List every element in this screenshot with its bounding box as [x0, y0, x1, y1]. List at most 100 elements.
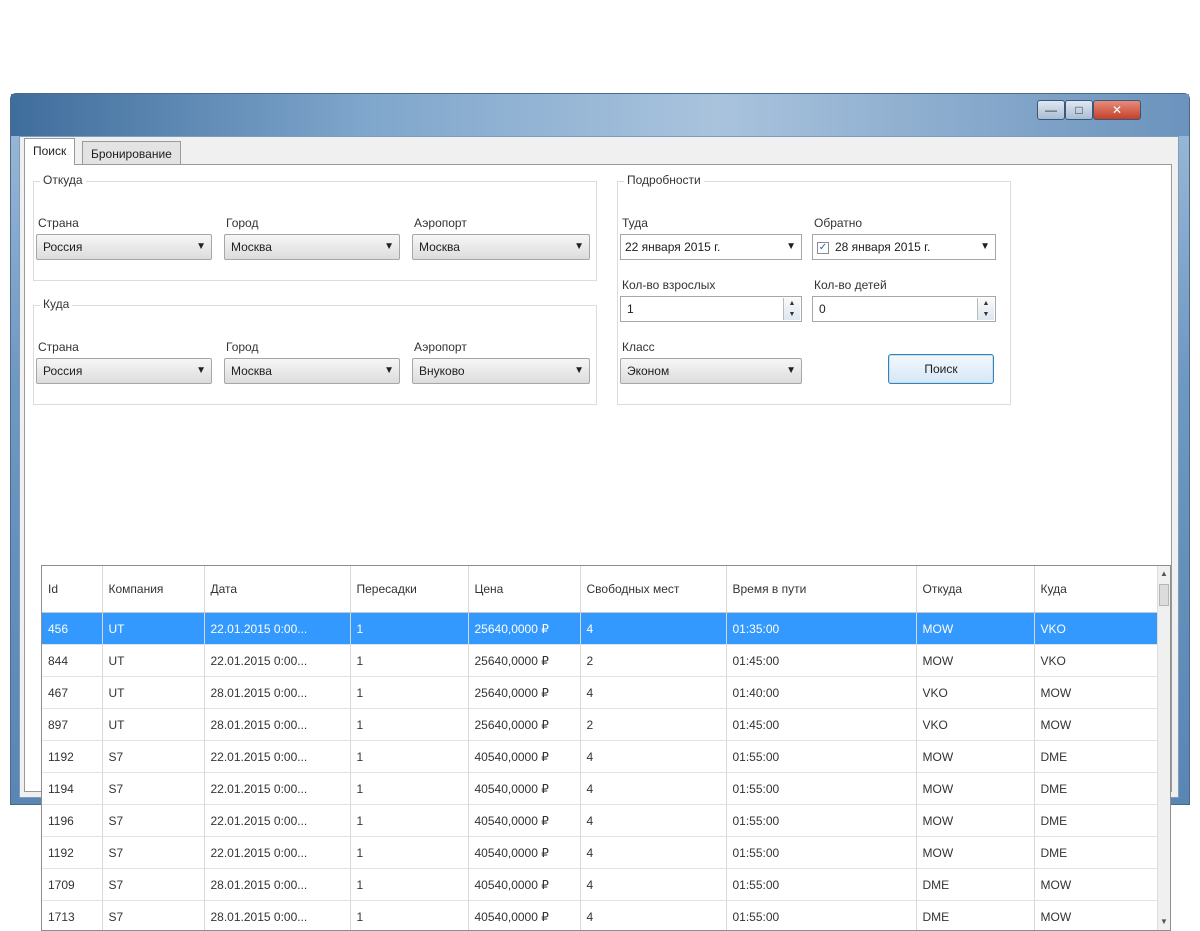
to-city-select[interactable]: Москва ▼ — [224, 358, 400, 384]
table-cell: MOW — [916, 773, 1034, 805]
table-row[interactable]: 897UT28.01.2015 0:00...125640,0000 ₽201:… — [42, 709, 1160, 741]
table-cell: S7 — [102, 773, 204, 805]
table-cell: VKO — [916, 677, 1034, 709]
table-cell: 01:55:00 — [726, 869, 916, 901]
header-row: Id Компания Дата Пересадки Цена Свободны… — [42, 566, 1160, 613]
table-cell: 01:55:00 — [726, 805, 916, 837]
chevron-down-icon: ▼ — [574, 359, 584, 383]
table-cell: 1 — [350, 869, 468, 901]
maximize-button[interactable]: □ — [1065, 100, 1093, 120]
table-cell: 01:55:00 — [726, 741, 916, 773]
scroll-down-icon[interactable]: ▼ — [1158, 914, 1170, 930]
column-header-from[interactable]: Откуда — [916, 566, 1034, 613]
table-cell: DME — [1034, 837, 1160, 869]
back-date-checkbox[interactable]: ✓ — [817, 242, 829, 254]
vertical-scrollbar[interactable]: ▲ ▼ — [1157, 566, 1170, 930]
to-airport-value: Внуково — [419, 364, 465, 378]
to-airport-select[interactable]: Внуково ▼ — [412, 358, 590, 384]
table-row[interactable]: 1192S722.01.2015 0:00...140540,0000 ₽401… — [42, 837, 1160, 869]
table-cell: 01:55:00 — [726, 901, 916, 931]
scroll-up-icon[interactable]: ▲ — [1158, 566, 1170, 582]
children-spinner[interactable]: 0 ▲▼ — [812, 296, 996, 322]
client-area: Поиск Бронирование Откуда Страна Россия … — [19, 136, 1179, 798]
to-airport-label: Аэропорт — [414, 340, 467, 354]
spinner-arrows-icon[interactable]: ▲▼ — [783, 298, 800, 320]
table-cell: 1194 — [42, 773, 102, 805]
table-cell: 25640,0000 ₽ — [468, 645, 580, 677]
to-country-label: Страна — [38, 340, 79, 354]
chevron-down-icon: ▼ — [384, 235, 394, 259]
column-header-travel-time[interactable]: Время в пути — [726, 566, 916, 613]
spinner-arrows-icon[interactable]: ▲▼ — [977, 298, 994, 320]
table-cell: 1192 — [42, 837, 102, 869]
adults-value: 1 — [627, 302, 634, 316]
table-cell: 01:35:00 — [726, 613, 916, 645]
to-country-select[interactable]: Россия ▼ — [36, 358, 212, 384]
table-cell: 897 — [42, 709, 102, 741]
chevron-down-icon: ▼ — [196, 359, 206, 383]
chevron-down-icon: ▼ — [384, 359, 394, 383]
column-header-date[interactable]: Дата — [204, 566, 350, 613]
table-cell: 25640,0000 ₽ — [468, 613, 580, 645]
table-cell: 40540,0000 ₽ — [468, 869, 580, 901]
table-cell: 4 — [580, 837, 726, 869]
tab-booking[interactable]: Бронирование — [82, 141, 181, 165]
table-row[interactable]: 1194S722.01.2015 0:00...140540,0000 ₽401… — [42, 773, 1160, 805]
table-cell: 4 — [580, 869, 726, 901]
table-cell: VKO — [1034, 645, 1160, 677]
table-cell: 1 — [350, 741, 468, 773]
title-bar[interactable]: — □ ✕ — [11, 94, 1189, 136]
close-button[interactable]: ✕ — [1093, 100, 1141, 120]
table-cell: 28.01.2015 0:00... — [204, 709, 350, 741]
column-header-company[interactable]: Компания — [102, 566, 204, 613]
column-header-price[interactable]: Цена — [468, 566, 580, 613]
table-row[interactable]: 1196S722.01.2015 0:00...140540,0000 ₽401… — [42, 805, 1160, 837]
back-date-picker[interactable]: ✓28 января 2015 г. ▼ — [812, 234, 996, 260]
table-cell: 1 — [350, 613, 468, 645]
there-date-value: 22 января 2015 г. — [625, 240, 720, 254]
table-cell: VKO — [1034, 613, 1160, 645]
there-date-picker[interactable]: 22 января 2015 г. ▼ — [620, 234, 802, 260]
there-label: Туда — [622, 216, 648, 230]
table-cell: 1 — [350, 901, 468, 931]
table-row[interactable]: 1713S728.01.2015 0:00...140540,0000 ₽401… — [42, 901, 1160, 931]
from-airport-select[interactable]: Москва ▼ — [412, 234, 590, 260]
table-cell: DME — [916, 869, 1034, 901]
chevron-down-icon: ▼ — [980, 235, 990, 259]
column-header-transfers[interactable]: Пересадки — [350, 566, 468, 613]
table-cell: S7 — [102, 901, 204, 931]
table-row[interactable]: 467UT28.01.2015 0:00...125640,0000 ₽401:… — [42, 677, 1160, 709]
class-select[interactable]: Эконом ▼ — [620, 358, 802, 384]
table-cell: UT — [102, 677, 204, 709]
table-cell: VKO — [916, 709, 1034, 741]
table-cell: 25640,0000 ₽ — [468, 677, 580, 709]
table-cell: 4 — [580, 901, 726, 931]
table-cell: S7 — [102, 741, 204, 773]
from-group-title: Откуда — [40, 173, 86, 187]
table-cell: 22.01.2015 0:00... — [204, 613, 350, 645]
table-row[interactable]: 456UT22.01.2015 0:00...125640,0000 ₽401:… — [42, 613, 1160, 645]
adults-spinner[interactable]: 1 ▲▼ — [620, 296, 802, 322]
column-header-free-seats[interactable]: Свободных мест — [580, 566, 726, 613]
column-header-id[interactable]: Id — [42, 566, 102, 613]
table-cell: MOW — [1034, 677, 1160, 709]
table-cell: MOW — [916, 645, 1034, 677]
results-grid[interactable]: Id Компания Дата Пересадки Цена Свободны… — [41, 565, 1171, 931]
column-header-to[interactable]: Куда — [1034, 566, 1160, 613]
table-row[interactable]: 1192S722.01.2015 0:00...140540,0000 ₽401… — [42, 741, 1160, 773]
table-cell: 4 — [580, 805, 726, 837]
table-row[interactable]: 844UT22.01.2015 0:00...125640,0000 ₽201:… — [42, 645, 1160, 677]
scroll-thumb[interactable] — [1159, 584, 1169, 606]
details-group: Подробности Туда 22 января 2015 г. ▼ Обр… — [617, 181, 1011, 405]
search-button[interactable]: Поиск — [888, 354, 994, 384]
results-body: 456UT22.01.2015 0:00...125640,0000 ₽401:… — [42, 613, 1160, 931]
table-cell: 1196 — [42, 805, 102, 837]
tab-search[interactable]: Поиск — [24, 138, 75, 165]
chevron-down-icon: ▼ — [196, 235, 206, 259]
from-country-select[interactable]: Россия ▼ — [36, 234, 212, 260]
table-row[interactable]: 1709S728.01.2015 0:00...140540,0000 ₽401… — [42, 869, 1160, 901]
minimize-button[interactable]: — — [1037, 100, 1065, 120]
from-city-select[interactable]: Москва ▼ — [224, 234, 400, 260]
adults-label: Кол-во взрослых — [622, 278, 715, 292]
table-cell: 1713 — [42, 901, 102, 931]
